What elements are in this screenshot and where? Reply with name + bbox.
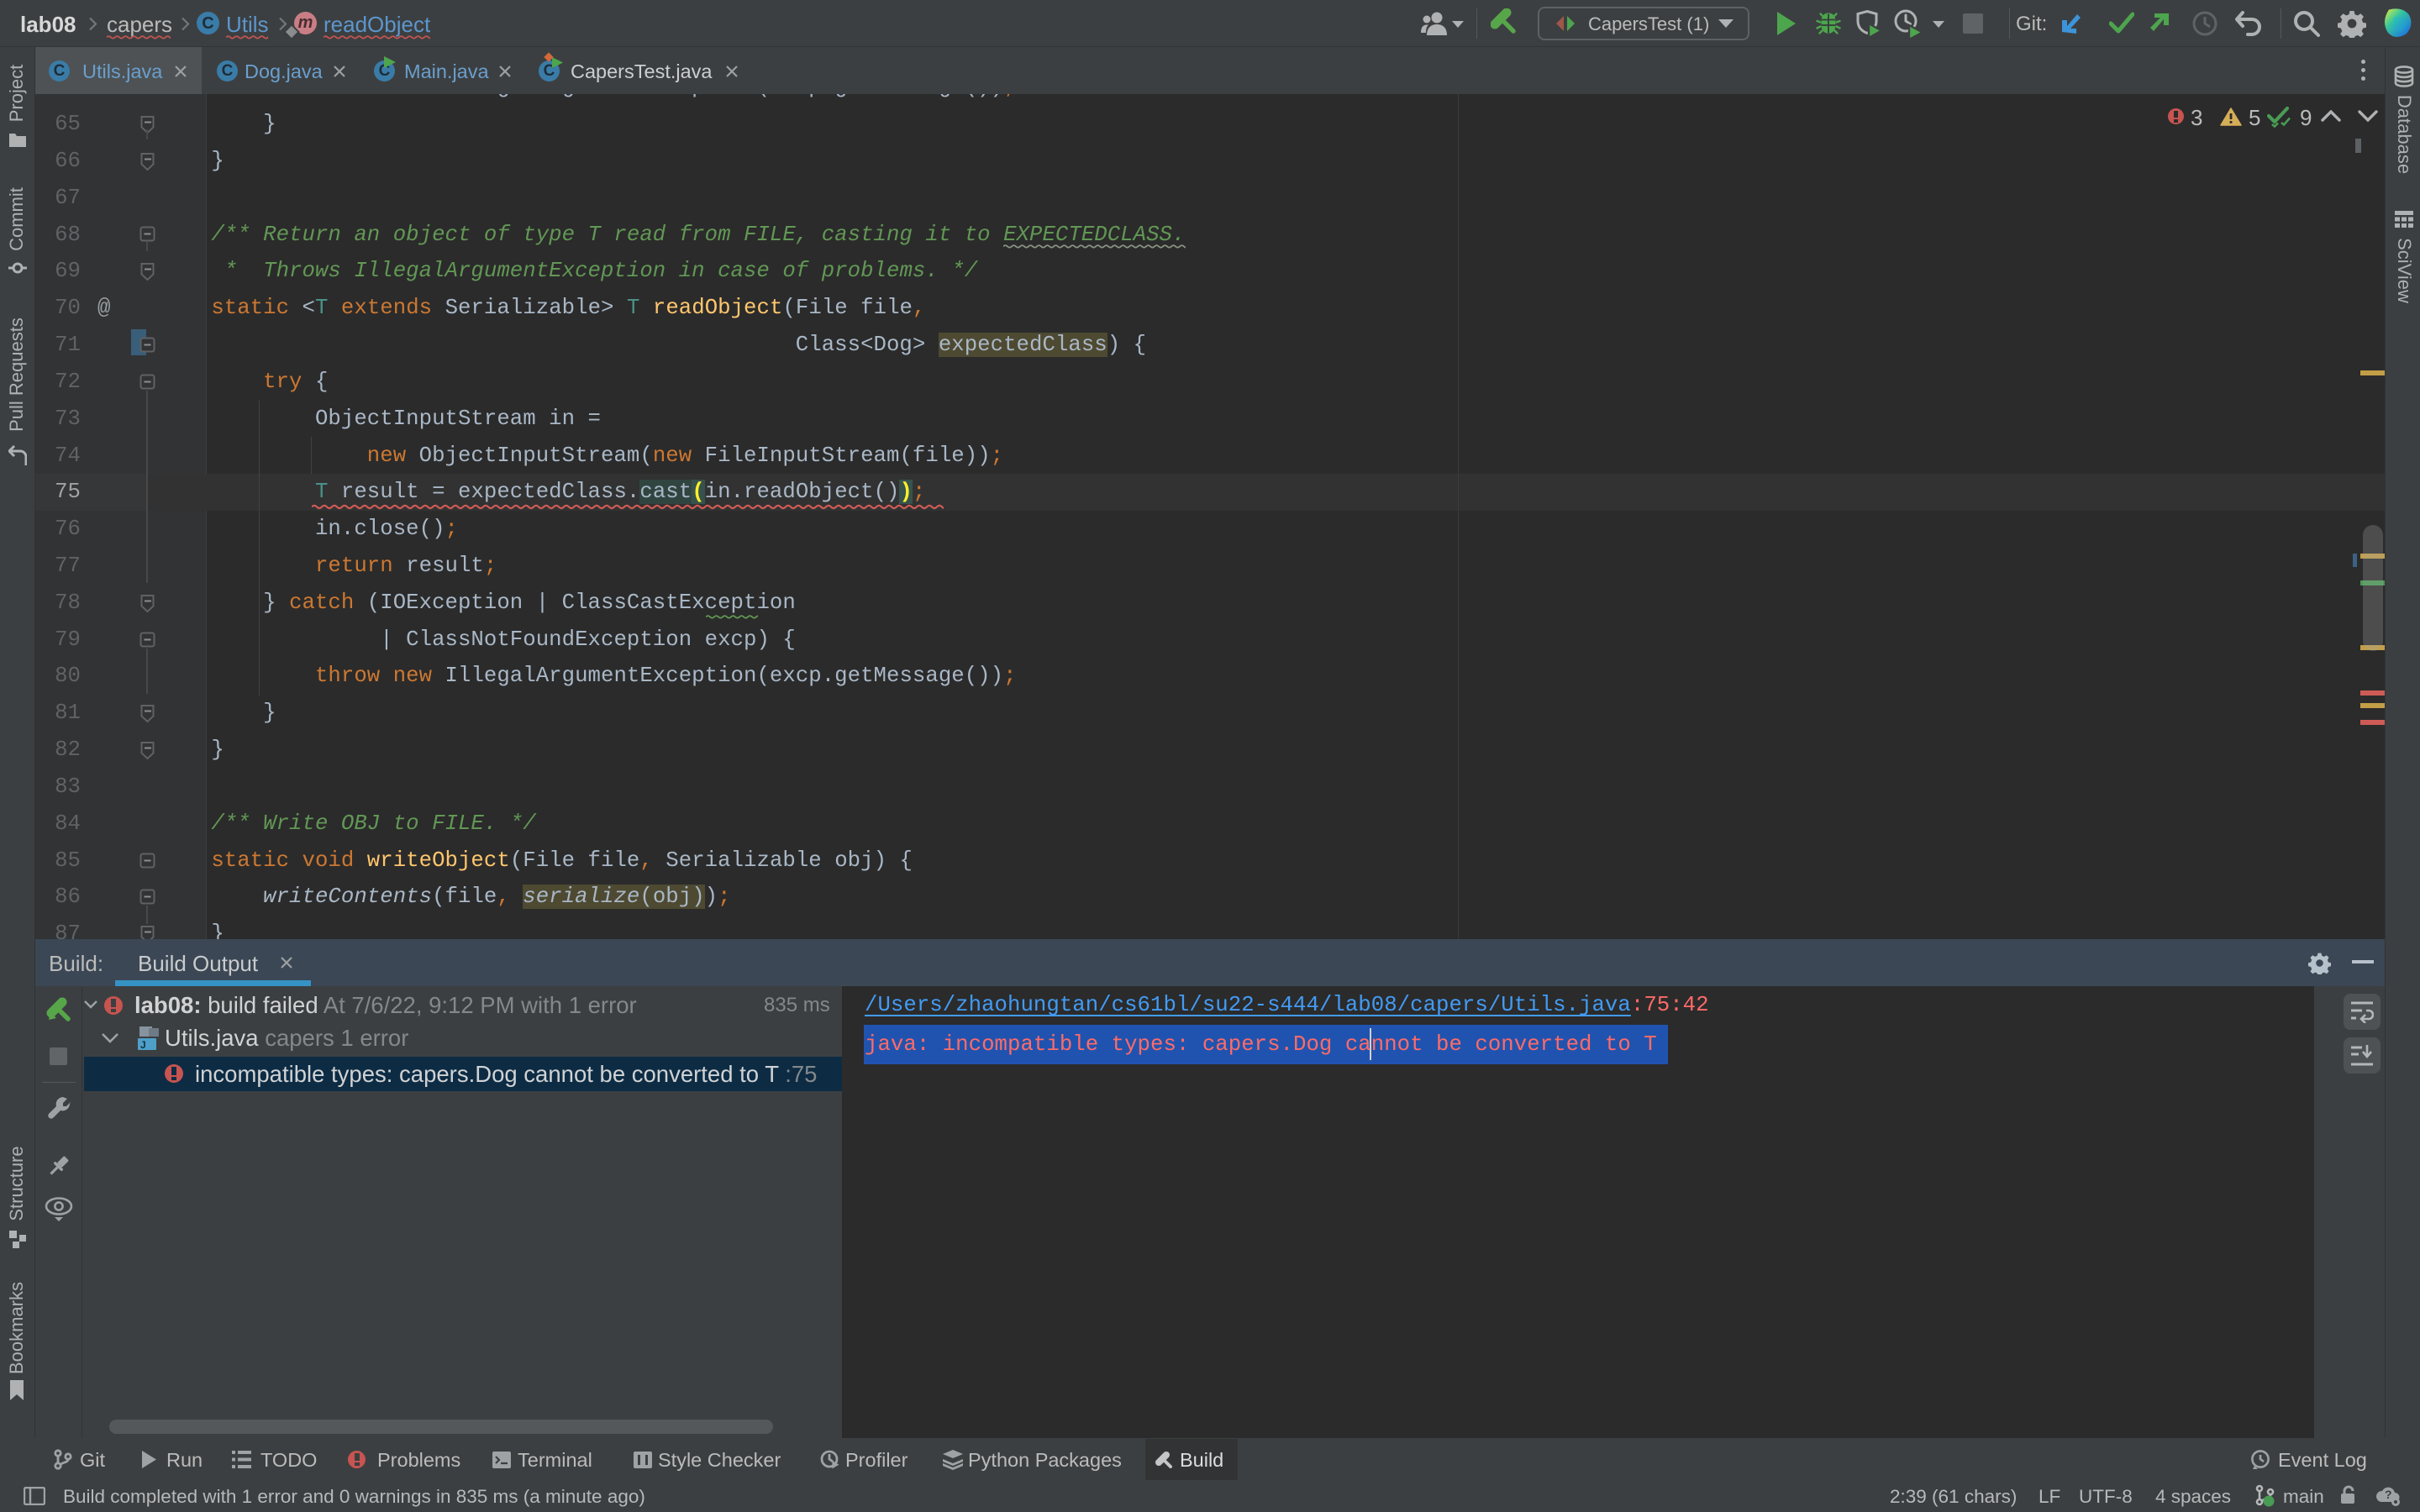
svg-text:J: J: [140, 1039, 146, 1051]
svg-text:?: ?: [2385, 1488, 2392, 1501]
